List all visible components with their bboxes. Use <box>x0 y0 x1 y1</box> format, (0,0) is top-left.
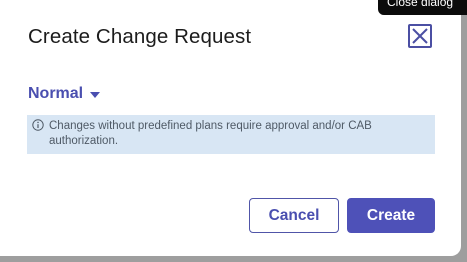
tooltip-text: Close dialog <box>387 0 454 9</box>
create-change-request-dialog: Create Change Request Normal Changes wit… <box>0 0 461 256</box>
info-message-text: Changes without predefined plans require… <box>49 120 372 147</box>
close-dialog-tooltip: Close dialog <box>378 0 467 15</box>
change-type-value: Normal <box>28 85 84 102</box>
info-message-box: Changes without predefined plans require… <box>27 115 435 154</box>
close-dialog-button[interactable] <box>408 24 432 48</box>
info-circle-icon <box>32 119 44 131</box>
dialog-title: Create Change Request <box>28 25 252 48</box>
change-type-dropdown[interactable]: Normal <box>28 85 101 103</box>
create-button[interactable]: Create <box>347 198 435 233</box>
cancel-button[interactable]: Cancel <box>249 198 339 233</box>
caret-down-icon <box>90 92 101 98</box>
close-icon <box>412 28 428 44</box>
